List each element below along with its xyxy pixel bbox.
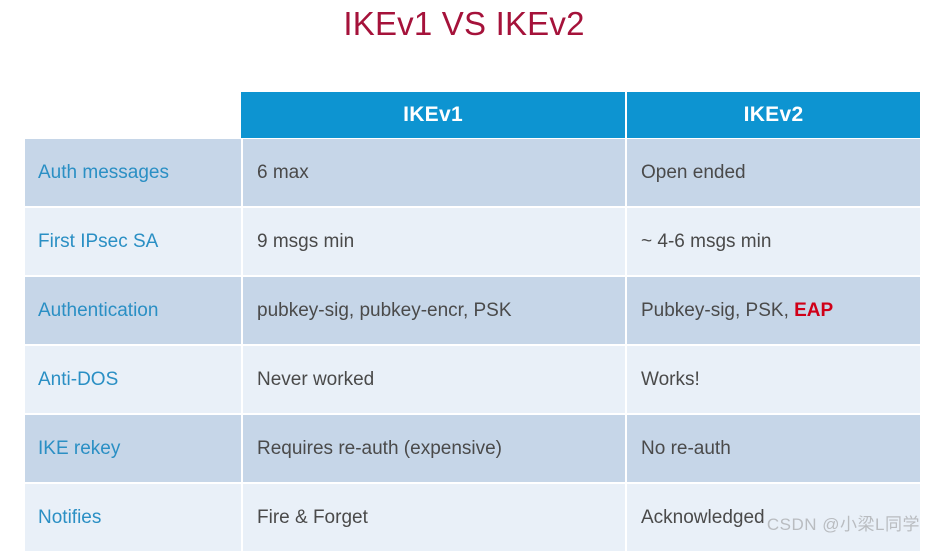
cell-ikev1-notifies: Fire & Forget (241, 484, 625, 553)
row-label-notifies: Notifies (25, 484, 241, 553)
table-row: Auth messages 6 max Open ended (25, 139, 920, 208)
cell-text: Open ended (641, 161, 746, 183)
table-header: IKEv1 IKEv2 (25, 92, 920, 139)
cell-ikev1-authentication: pubkey-sig, pubkey-encr, PSK (241, 277, 625, 346)
cell-ikev1-auth-messages: 6 max (241, 139, 625, 208)
table-row: IKE rekey Requires re-auth (expensive) N… (25, 415, 920, 484)
cell-ikev2-anti-dos: Works! (625, 346, 920, 415)
column-header-ikev2: IKEv2 (625, 92, 920, 139)
cell-ikev1-anti-dos: Never worked (241, 346, 625, 415)
table-row: Notifies Fire & Forget Acknowledged (25, 484, 920, 553)
table-row: First IPsec SA 9 msgs min ~ 4-6 msgs min (25, 208, 920, 277)
row-label-first-ipsec-sa: First IPsec SA (25, 208, 241, 277)
header-row: IKEv1 IKEv2 (25, 92, 920, 139)
header-corner-blank (25, 92, 241, 139)
column-header-ikev1: IKEv1 (241, 92, 625, 139)
cell-ikev1-ike-rekey: Requires re-auth (expensive) (241, 415, 625, 484)
cell-highlight-eap: EAP (794, 299, 834, 321)
page-title: IKEv1 VS IKEv2 (343, 5, 585, 42)
row-label-authentication: Authentication (25, 277, 241, 346)
row-label-auth-messages: Auth messages (25, 139, 241, 208)
cell-ikev2-ike-rekey: No re-auth (625, 415, 920, 484)
cell-text: ~ 4-6 msgs min (641, 230, 772, 252)
cell-ikev2-auth-messages: Open ended (625, 139, 920, 208)
table-row: Authentication pubkey-sig, pubkey-encr, … (25, 277, 920, 346)
cell-ikev2-first-ipsec-sa: ~ 4-6 msgs min (625, 208, 920, 277)
cell-text: No re-auth (641, 437, 731, 459)
table-row: Anti-DOS Never worked Works! (25, 346, 920, 415)
cell-text: Works! (641, 368, 700, 390)
row-label-ike-rekey: IKE rekey (25, 415, 241, 484)
cell-ikev2-authentication: Pubkey-sig, PSK, EAP (625, 277, 920, 346)
cell-text: Acknowledged (641, 506, 765, 528)
cell-text: Pubkey-sig, PSK, (641, 299, 795, 321)
table-body: Auth messages 6 max Open ended First IPs… (25, 139, 920, 553)
cell-ikev1-first-ipsec-sa: 9 msgs min (241, 208, 625, 277)
cell-ikev2-notifies: Acknowledged (625, 484, 920, 553)
comparison-table: IKEv1 IKEv2 Auth messages 6 max Open end… (25, 92, 920, 553)
row-label-anti-dos: Anti-DOS (25, 346, 241, 415)
